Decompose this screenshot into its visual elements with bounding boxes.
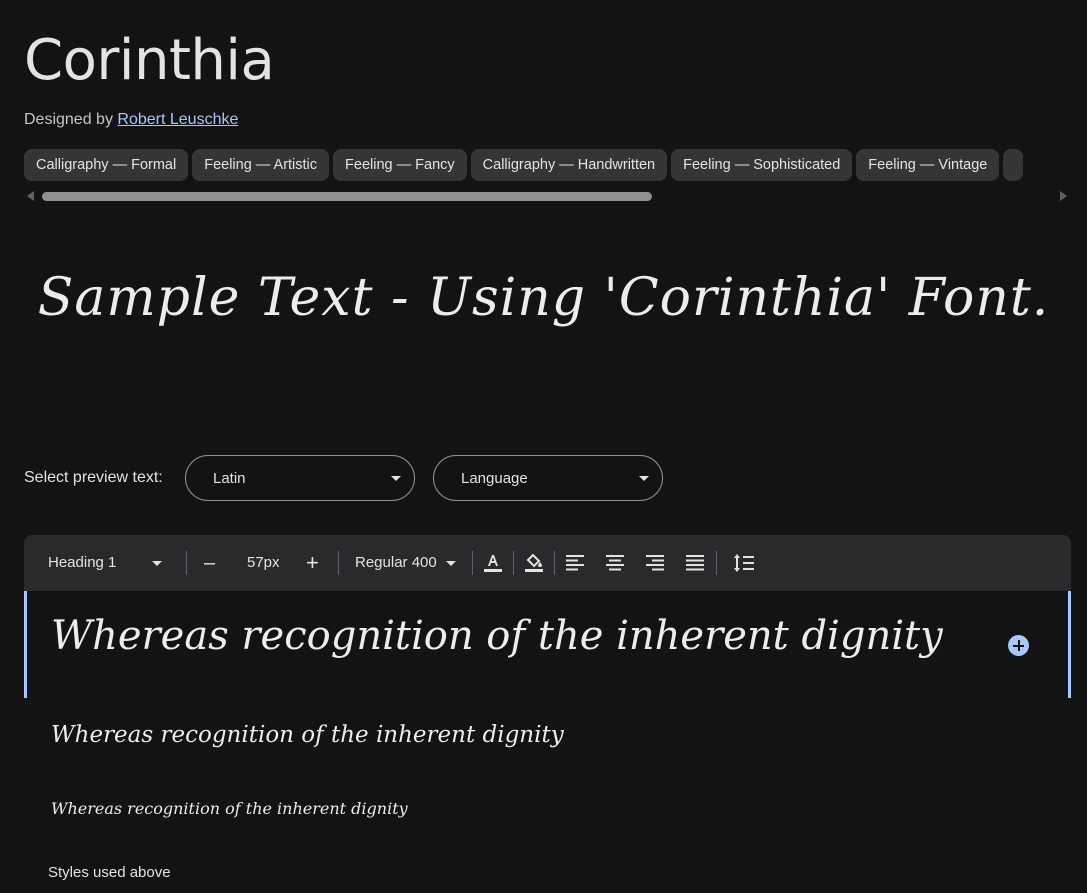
- script-select[interactable]: Latin: [185, 455, 415, 501]
- preview-line-heading-2[interactable]: Whereas recognition of the inherent dign…: [51, 722, 564, 748]
- toolbar-divider: [338, 551, 339, 575]
- text-style-value: Heading 1: [48, 554, 117, 571]
- designer-credit: Designed by Robert Leuschke: [24, 111, 238, 129]
- horizontal-scrollbar-thumb[interactable]: [42, 192, 652, 201]
- add-style-icon[interactable]: [1008, 635, 1029, 656]
- line-height-icon[interactable]: [732, 551, 756, 575]
- designer-link[interactable]: Robert Leuschke: [117, 111, 238, 128]
- text-color-icon[interactable]: [481, 551, 505, 575]
- tag-chip-overflow[interactable]: [1003, 149, 1024, 181]
- tag-list: Calligraphy — Formal Feeling — Artistic Fe…: [24, 149, 1064, 182]
- language-select-value: Language: [461, 470, 528, 487]
- font-detail-page: Corinthia Designed by Robert Leuschke Ca…: [0, 0, 1087, 893]
- font-weight-dropdown[interactable]: Regular 400: [355, 535, 463, 591]
- tag-chip[interactable]: Feeling — Vintage: [856, 149, 1000, 181]
- chevron-down-icon: [391, 476, 401, 481]
- highlight-color-icon[interactable]: [522, 551, 546, 575]
- tag-chip[interactable]: Calligraphy — Handwritten: [470, 149, 668, 181]
- scroll-right-arrow-icon[interactable]: [1060, 191, 1067, 201]
- script-select-value: Latin: [213, 470, 246, 487]
- decrease-size-button[interactable]: –: [204, 535, 218, 591]
- align-left-icon[interactable]: [563, 551, 587, 575]
- font-weight-value: Regular 400: [355, 554, 437, 571]
- align-right-icon[interactable]: [643, 551, 667, 575]
- text-style-dropdown[interactable]: Heading 1: [48, 535, 168, 591]
- increase-size-button[interactable]: +: [306, 535, 322, 591]
- toolbar-divider: [554, 551, 555, 575]
- editor-toolbar: Heading 1 – 57px + Regular 400: [24, 535, 1071, 591]
- toolbar-divider: [513, 551, 514, 575]
- sample-text-preview: Sample Text - Using 'Corinthia' Font.: [37, 268, 1050, 328]
- preview-line-heading-1[interactable]: Whereas recognition of the inherent dign…: [51, 613, 943, 659]
- align-justify-icon[interactable]: [683, 551, 707, 575]
- scroll-left-arrow-icon[interactable]: [27, 191, 34, 201]
- font-title: Corinthia: [24, 28, 275, 93]
- preview-line-heading-3[interactable]: Whereas recognition of the inherent dign…: [51, 799, 408, 818]
- styles-used-heading: Styles used above: [48, 864, 171, 881]
- tag-chip[interactable]: Calligraphy — Formal: [24, 149, 189, 181]
- chevron-down-icon: [446, 561, 456, 566]
- language-select[interactable]: Language: [433, 455, 663, 501]
- toolbar-divider: [472, 551, 473, 575]
- chevron-down-icon: [639, 476, 649, 481]
- chevron-down-icon: [152, 561, 162, 566]
- tag-chip[interactable]: Feeling — Sophisticated: [671, 149, 853, 181]
- preview-text-label: Select preview text:: [24, 469, 163, 486]
- toolbar-divider: [186, 551, 187, 575]
- align-center-icon[interactable]: [603, 551, 627, 575]
- toolbar-divider: [716, 551, 717, 575]
- font-size-value[interactable]: 57px: [247, 535, 280, 591]
- designer-prefix: Designed by: [24, 111, 113, 128]
- tag-chip[interactable]: Feeling — Artistic: [192, 149, 330, 181]
- tag-chip[interactable]: Feeling — Fancy: [333, 149, 467, 181]
